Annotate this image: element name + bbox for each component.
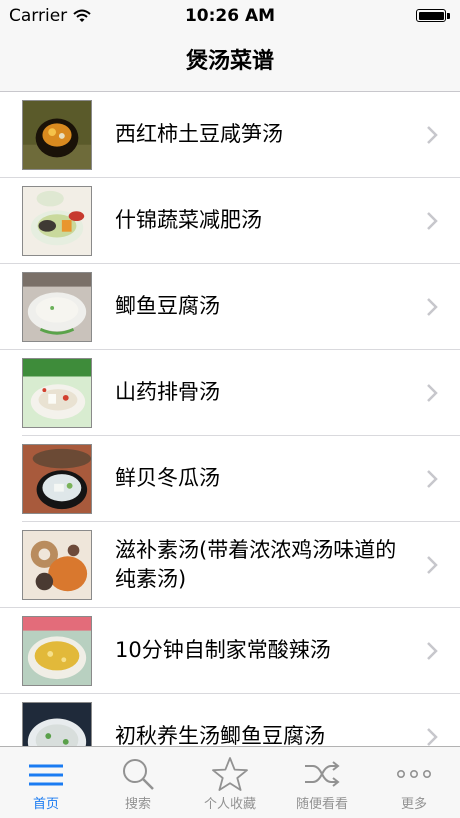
recipe-title: 鲫鱼豆腐汤 (115, 294, 220, 318)
recipe-list[interactable]: 西红柿土豆咸笋汤 什锦蔬菜减肥汤 鲫鱼豆腐汤 山药排骨汤 鲜贝冬瓜汤 滋补素汤(… (0, 92, 460, 746)
search-icon (123, 759, 154, 790)
recipe-thumbnail (22, 186, 92, 256)
recipe-row[interactable]: 鲜贝冬瓜汤 (0, 436, 460, 522)
tab-search-label: 搜索 (124, 797, 151, 812)
tab-home-label: 首页 (32, 797, 59, 812)
recipe-title: 鲜贝冬瓜汤 (115, 466, 220, 490)
recipe-title: 滋补素汤(带着浓浓鸡汤味道的纯素汤) (115, 537, 397, 591)
recipe-title: 初秋养生汤鲫鱼豆腐汤 (115, 724, 325, 746)
recipe-row[interactable]: 初秋养生汤鲫鱼豆腐汤 (0, 694, 460, 746)
tab-favorites[interactable]: 个人收藏 (184, 747, 276, 818)
chevron-right-icon (427, 126, 438, 144)
recipe-thumbnail (22, 702, 92, 746)
battery-tip (447, 13, 450, 19)
recipe-row[interactable]: 鲫鱼豆腐汤 (0, 264, 460, 350)
recipe-thumbnail (22, 444, 92, 514)
recipe-row[interactable]: 什锦蔬菜减肥汤 (0, 178, 460, 264)
recipe-title: 西红柿土豆咸笋汤 (115, 122, 283, 146)
chevron-right-icon (427, 728, 438, 746)
list-icon (29, 764, 63, 786)
chevron-right-icon (427, 556, 438, 574)
tab-more-label: 更多 (400, 797, 427, 812)
recipe-thumbnail (22, 358, 92, 428)
tab-home[interactable]: 首页 (0, 747, 92, 818)
tab-random[interactable]: 随便看看 (276, 747, 368, 818)
recipe-thumbnail (22, 530, 92, 600)
page-title: 煲汤菜谱 (185, 49, 274, 74)
recipe-row[interactable]: 10分钟自制家常酸辣汤 (0, 608, 460, 694)
tab-bar: 首页 搜索 个人收藏 随便看看 更多 (0, 746, 460, 818)
recipe-title: 山药排骨汤 (115, 380, 220, 404)
more-icon (396, 770, 431, 779)
star-icon (212, 757, 248, 791)
tab-random-label: 随便看看 (295, 797, 348, 812)
recipe-title: 10分钟自制家常酸辣汤 (115, 638, 331, 662)
recipe-thumbnail (22, 100, 92, 170)
recipe-thumbnail (22, 272, 92, 342)
chevron-right-icon (427, 384, 438, 402)
recipe-row[interactable]: 滋补素汤(带着浓浓鸡汤味道的纯素汤) (0, 522, 460, 608)
recipe-row[interactable]: 西红柿土豆咸笋汤 (0, 92, 460, 178)
tab-favorites-label: 个人收藏 (203, 797, 256, 812)
chevron-right-icon (427, 298, 438, 316)
status-time: 10:26 AM (184, 6, 276, 26)
recipe-row[interactable]: 山药排骨汤 (0, 350, 460, 436)
tab-search[interactable]: 搜索 (92, 747, 184, 818)
recipe-thumbnail (22, 616, 92, 686)
battery-icon (416, 9, 446, 22)
shuffle-icon (305, 761, 340, 787)
recipe-title: 什锦蔬菜减肥汤 (115, 208, 262, 232)
status-bar: Carrier 10:26 AM (0, 0, 460, 34)
chevron-right-icon (427, 470, 438, 488)
chevron-right-icon (427, 212, 438, 230)
tab-more[interactable]: 更多 (368, 747, 460, 818)
nav-bar: 煲汤菜谱 (0, 34, 460, 92)
chevron-right-icon (427, 642, 438, 660)
